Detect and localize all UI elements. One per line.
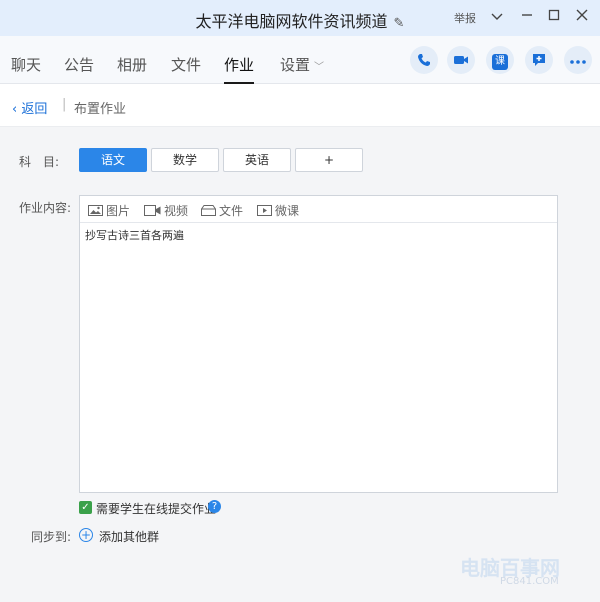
more-button[interactable] <box>564 46 592 74</box>
watermark-logo: 电脑百事网 PC841.COM <box>420 548 596 598</box>
subject-label: 科 目: <box>19 155 60 169</box>
subject-chinese-button[interactable]: 语文 <box>79 148 147 172</box>
sync-label: 同步到: <box>31 530 72 544</box>
breadcrumb-current: 布置作业 <box>74 102 127 117</box>
tab-label: 聊天 <box>11 56 42 74</box>
content-label: 作业内容: <box>19 201 72 215</box>
tab-homework[interactable]: 作业 <box>224 54 255 84</box>
tab-announcement[interactable]: 公告 <box>64 54 94 88</box>
require-online-checkbox[interactable]: ✓ <box>79 501 92 514</box>
tab-settings[interactable]: 设置 ﹀ <box>280 54 324 88</box>
folder-icon <box>201 205 216 216</box>
homework-editor: 图片 视频 文件 微课 抄写古诗三首各两遍 <box>79 195 558 493</box>
tab-label: 作业 <box>224 56 255 74</box>
close-icon[interactable] <box>571 6 593 28</box>
phone-icon <box>418 54 430 66</box>
tab-files[interactable]: 文件 <box>171 54 201 88</box>
tab-label: 相册 <box>117 56 148 74</box>
add-chat-icon <box>533 54 545 66</box>
tab-chat[interactable]: 聊天 <box>11 54 41 88</box>
class-button[interactable]: 课 <box>486 46 514 74</box>
title-bar: 太平洋电脑网软件资讯频道 ✎ 举报 <box>0 0 600 36</box>
tool-label: 图片 <box>106 204 131 218</box>
tab-label: 设置 <box>280 56 311 74</box>
video-call-icon <box>454 56 468 64</box>
homework-content-input[interactable]: 抄写古诗三首各两遍 <box>85 227 550 485</box>
maximize-icon[interactable] <box>543 6 565 28</box>
back-label: 返回 <box>21 102 48 117</box>
phone-call-button[interactable] <box>410 46 438 74</box>
tab-label: 公告 <box>64 56 95 74</box>
subject-english-button[interactable]: 英语 <box>223 148 291 172</box>
more-icon <box>570 60 586 64</box>
play-icon <box>257 205 272 216</box>
minimize-icon[interactable] <box>516 6 538 28</box>
chevron-left-icon: ‹ <box>12 102 18 117</box>
class-icon: 课 <box>492 54 508 70</box>
add-chat-button[interactable] <box>525 46 553 74</box>
edit-pen-icon[interactable]: ✎ <box>394 16 405 31</box>
add-subject-button[interactable]: + <box>295 148 363 172</box>
window-title-text: 太平洋电脑网软件资讯频道 <box>195 12 388 31</box>
editor-toolbar: 图片 视频 文件 微课 <box>80 196 557 223</box>
tab-label: 文件 <box>171 56 202 74</box>
tool-label: 视频 <box>164 204 189 218</box>
tool-label: 文件 <box>219 204 244 218</box>
back-button[interactable]: ‹ 返回 <box>12 98 47 117</box>
insert-video-button[interactable]: 视频 <box>144 202 188 219</box>
watermark-subtext: PC841.COM <box>500 576 559 587</box>
video-icon <box>144 205 161 216</box>
insert-file-button[interactable]: 文件 <box>201 202 243 219</box>
chevron-down-icon[interactable] <box>486 6 508 28</box>
report-link[interactable]: 举报 <box>454 10 476 26</box>
add-group-button[interactable]: 添加其他群 <box>99 528 159 545</box>
tab-album[interactable]: 相册 <box>117 54 147 88</box>
subject-math-button[interactable]: 数学 <box>151 148 219 172</box>
breadcrumb-separator: | <box>62 97 67 112</box>
image-icon <box>88 205 103 216</box>
window-title: 太平洋电脑网软件资讯频道 ✎ <box>0 8 600 32</box>
tool-label: 微课 <box>275 204 300 218</box>
require-online-label: 需要学生在线提交作业 <box>96 502 217 516</box>
add-group-icon[interactable]: + <box>79 528 93 542</box>
insert-image-button[interactable]: 图片 <box>88 202 130 219</box>
chevron-down-icon: ﹀ <box>314 62 325 73</box>
video-call-button[interactable] <box>447 46 475 74</box>
breadcrumb: ‹ 返回 | 布置作业 <box>0 85 600 127</box>
help-icon[interactable]: ? <box>208 500 221 513</box>
insert-microlesson-button[interactable]: 微课 <box>257 202 299 219</box>
